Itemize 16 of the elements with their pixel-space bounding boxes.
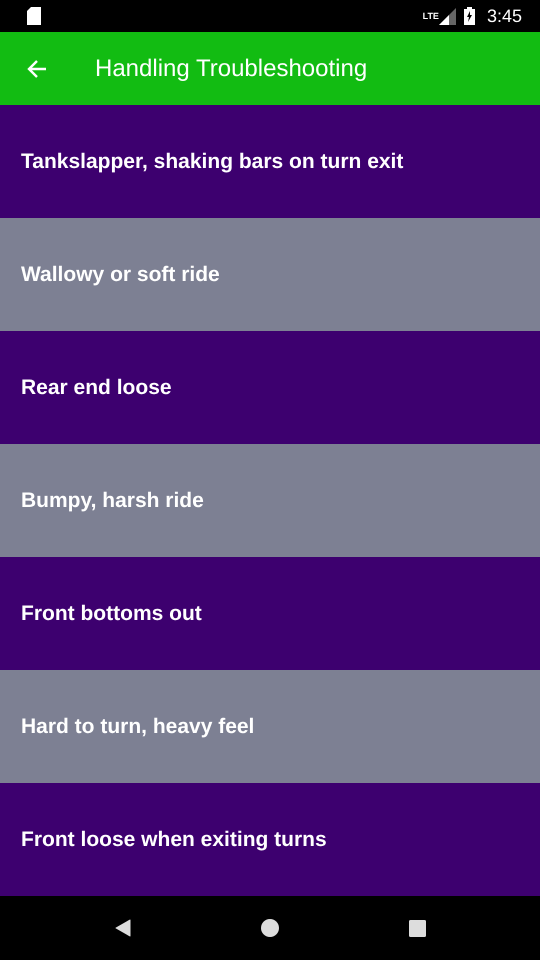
list-item[interactable]: Front loose when exiting turns [0, 783, 540, 896]
sd-card-icon [27, 7, 41, 25]
list-item[interactable]: Bumpy, harsh ride [0, 444, 540, 557]
clock: 3:45 [486, 6, 522, 26]
battery-icon [464, 7, 475, 25]
list-item[interactable]: Rear end loose [0, 331, 540, 444]
list-item[interactable]: Front bottoms out [0, 557, 540, 670]
screen-title: Handling Troubleshooting [95, 54, 368, 82]
recents-icon[interactable] [408, 920, 426, 936]
network-label: LTE [422, 10, 439, 20]
signal-icon [438, 8, 456, 24]
list-item[interactable]: Wallowy or soft ride [0, 218, 540, 331]
home-icon[interactable] [260, 919, 278, 937]
list-item[interactable]: Tankslapper, shaking bars on turn exit [0, 105, 540, 218]
back-icon[interactable] [114, 919, 130, 937]
list-item[interactable]: Hard to turn, heavy feel [0, 670, 540, 783]
